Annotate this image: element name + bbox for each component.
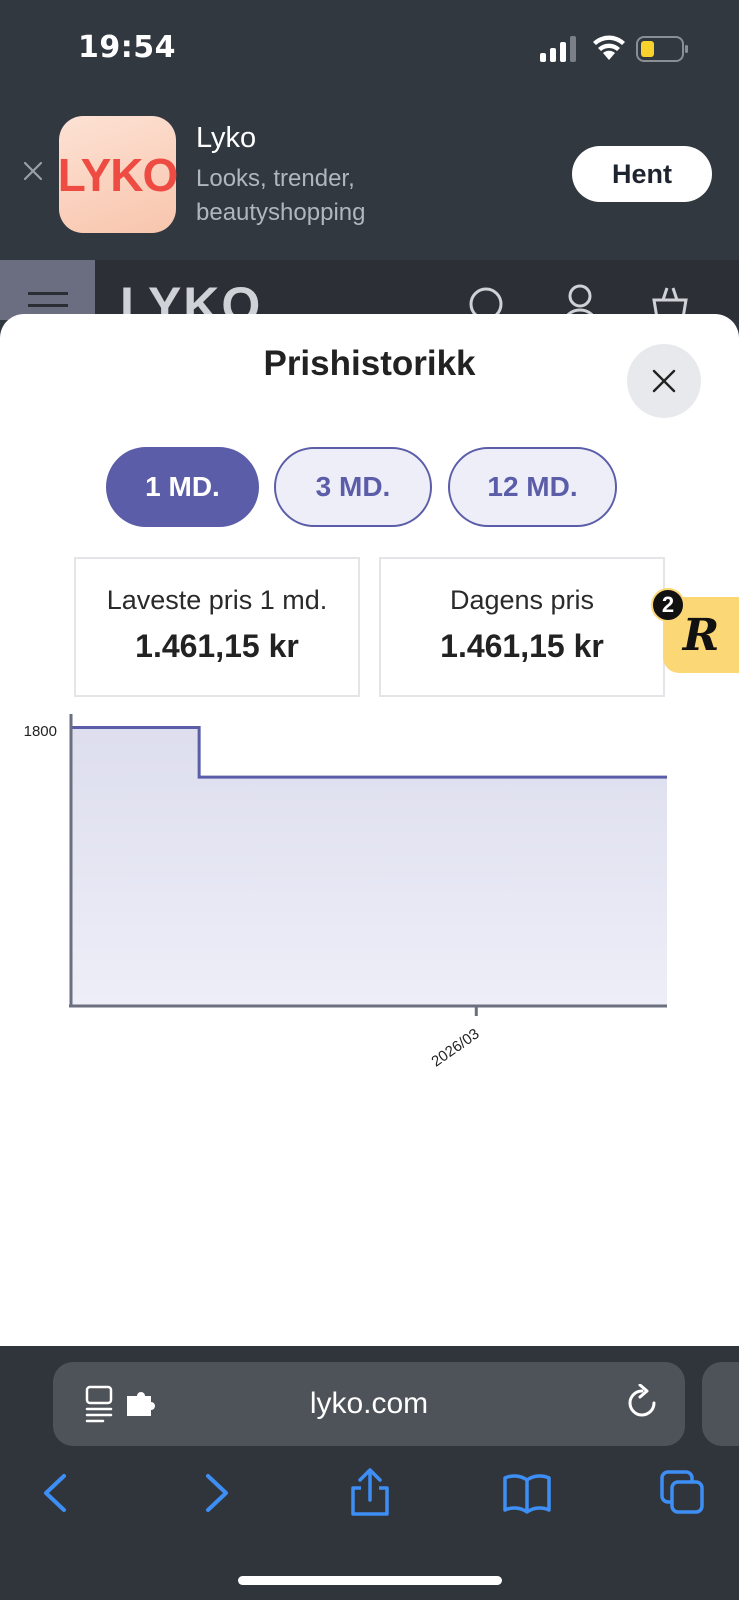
bookmarks-icon[interactable]: [502, 1468, 552, 1518]
x-tick-label: 2026/03: [428, 1025, 482, 1070]
battery-icon: [636, 36, 688, 62]
todays-price-label: Dagens pris: [449, 585, 595, 615]
cellular-signal-icon: [540, 36, 576, 62]
app-banner: LYKO Lyko Looks, trender, beautyshopping…: [0, 100, 739, 260]
app-icon-logo: LYKO: [57, 148, 179, 201]
app-subtitle: Looks, trender, beautyshopping: [196, 165, 366, 226]
wifi-icon: [593, 35, 625, 60]
todays-price-card: Dagens pris 1.461,15 kr: [379, 557, 665, 697]
period-tabs: 1 MD. 3 MD. 12 MD.: [0, 447, 739, 527]
adjacent-tab-preview[interactable]: [702, 1362, 739, 1446]
app-icon[interactable]: LYKO: [57, 116, 179, 233]
tab-1-month[interactable]: 1 MD.: [106, 447, 259, 527]
close-sheet-button[interactable]: [627, 344, 701, 418]
menu-icon: [28, 292, 68, 295]
menu-icon-line: [28, 304, 68, 307]
menu-button[interactable]: [0, 260, 95, 320]
lowest-price-label: Laveste pris 1 md.: [106, 585, 328, 615]
todays-price-value: 1.461,15 kr: [440, 628, 604, 664]
close-banner-icon[interactable]: [20, 158, 46, 184]
y-tick-label: 1800: [24, 723, 57, 740]
reload-icon[interactable]: [623, 1384, 661, 1422]
tab-12-months[interactable]: 12 MD.: [448, 447, 617, 527]
site-header: LYKO: [0, 260, 739, 320]
get-app-button[interactable]: Hent: [572, 146, 712, 202]
forward-icon[interactable]: [190, 1468, 240, 1518]
home-indicator: [238, 1576, 502, 1585]
tabs-icon[interactable]: [658, 1468, 708, 1518]
lowest-price-card: Laveste pris 1 md. 1.461,15 kr: [74, 557, 360, 697]
back-icon[interactable]: [32, 1468, 82, 1518]
clock: 19:54: [78, 30, 176, 65]
reviews-logo-letter: R: [682, 609, 720, 661]
price-history-chart: 1800 2026/03: [24, 714, 667, 1070]
close-icon: [652, 369, 676, 393]
price-history-sheet: Prishistorikk 1 MD. 3 MD. 12 MD. Laveste…: [0, 314, 739, 1346]
reader-view-icon[interactable]: [85, 1384, 125, 1424]
address-bar[interactable]: lyko.com: [53, 1362, 685, 1446]
browser-toolbar: lyko.com: [0, 1346, 739, 1600]
price-area: [71, 727, 667, 1006]
reviews-count-badge: 2: [651, 588, 685, 622]
tab-3-months[interactable]: 3 MD.: [274, 447, 432, 527]
extension-icon[interactable]: [125, 1392, 157, 1418]
app-name: Lyko: [196, 122, 257, 154]
share-icon[interactable]: [345, 1468, 395, 1518]
status-bar: 19:54: [0, 0, 739, 100]
lowest-price-value: 1.461,15 kr: [135, 628, 299, 664]
